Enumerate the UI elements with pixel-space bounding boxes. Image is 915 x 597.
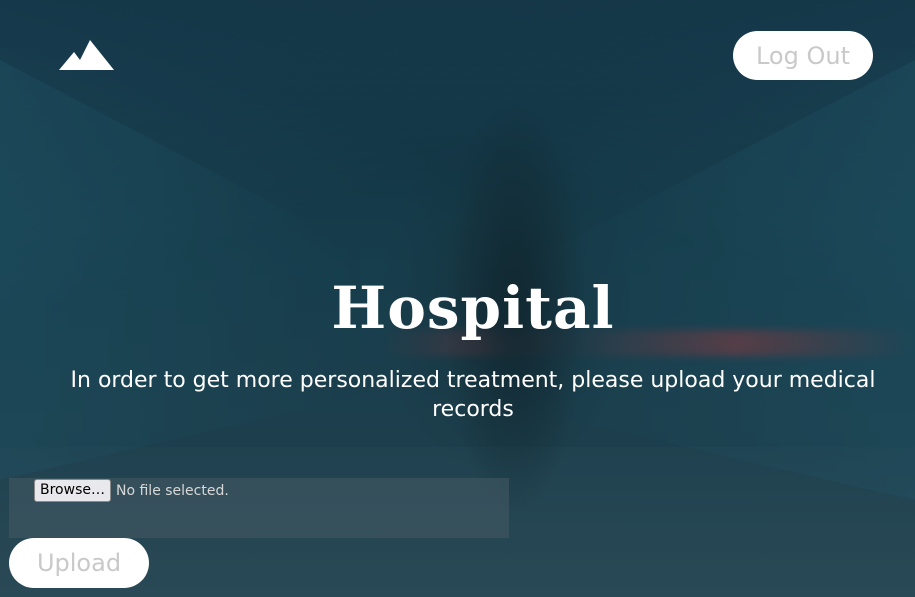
file-status-text: No file selected. bbox=[116, 483, 229, 499]
page-title: Hospital bbox=[331, 274, 615, 342]
page-subtitle: In order to get more personalized treatm… bbox=[70, 368, 876, 422]
upload-button[interactable]: Upload bbox=[9, 538, 149, 588]
mountain-icon[interactable] bbox=[58, 38, 116, 72]
logout-button[interactable]: Log Out bbox=[733, 31, 873, 80]
browse-button[interactable]: Browse… bbox=[34, 479, 111, 502]
